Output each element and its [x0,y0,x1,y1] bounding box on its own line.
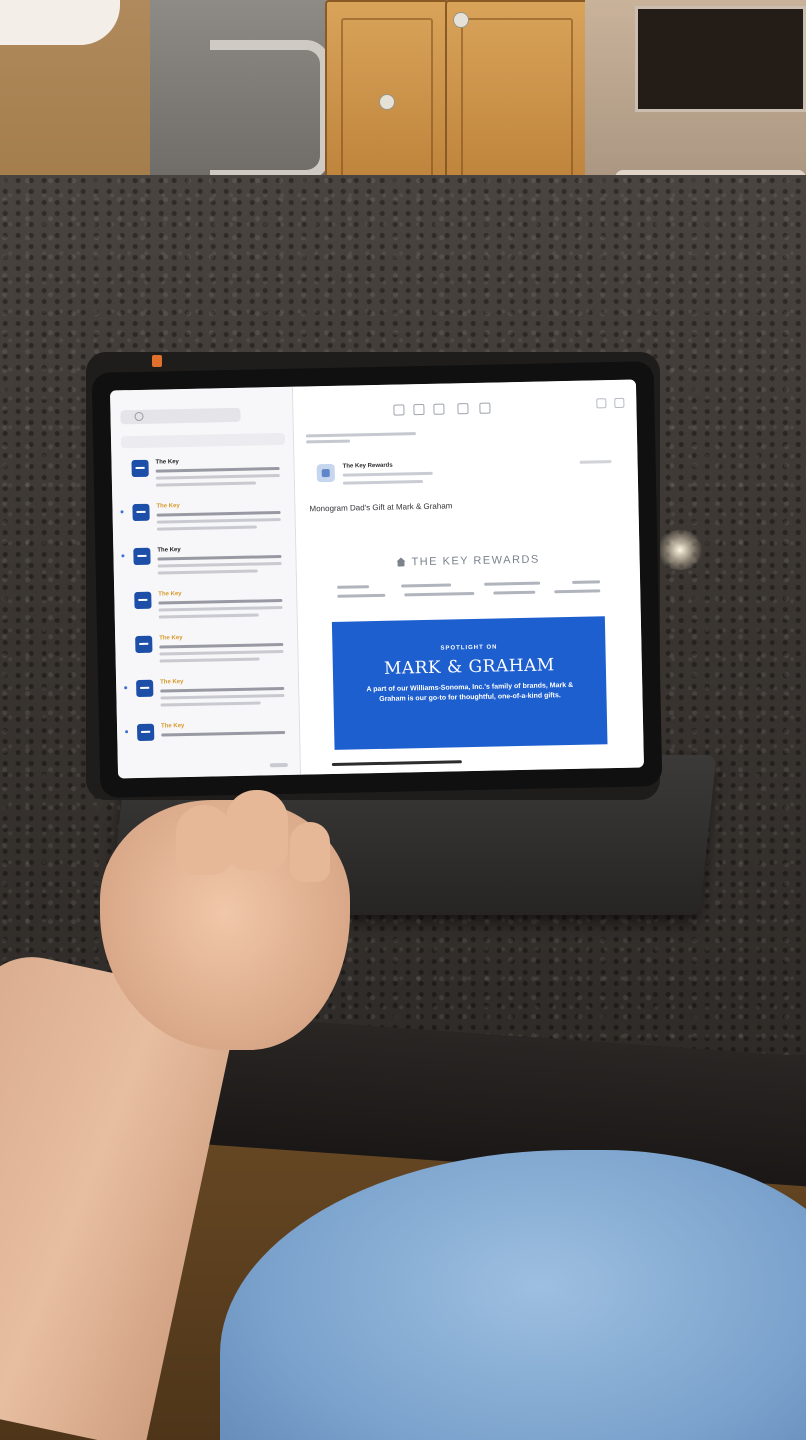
message-sender: The Key [158,591,182,598]
message-subject: Monogram Dad's Gift at Mark & Graham [309,501,453,514]
message-sender: The Key [160,723,185,730]
nav-link[interactable] [572,580,601,584]
list-item[interactable]: The Key [119,457,286,502]
filter-tab[interactable] [229,446,283,447]
unread-dot [121,554,125,558]
mail-list-pane: The Key The Key The Key The Key The Key … [109,386,302,779]
kitchen-photo: The Key The Key The Key The Key The Key … [0,0,806,1440]
unread-dot [124,686,128,690]
message-header: The Key Rewards [316,458,627,500]
message-date [579,460,612,464]
forward-icon[interactable] [433,403,445,415]
finger [226,790,288,870]
email-nav-links [337,580,601,610]
filter-tab[interactable] [121,448,175,449]
list-footer-status [269,762,288,768]
sender-logo-icon [136,679,154,698]
filter-tab[interactable] [175,447,229,448]
unread-dot [120,510,124,514]
message-sender: The Key [155,459,179,466]
banner-eyebrow: SPOTLIGHT ON [440,644,498,652]
reply-icon[interactable] [393,404,405,416]
message-sender: The Key [157,547,181,554]
more-icon[interactable] [614,397,625,408]
banner-tagline: A part of our Williams-Sonoma, Inc.'s fa… [366,681,574,703]
folder-icon[interactable] [479,402,491,414]
reply-all-icon[interactable] [413,403,425,416]
list-item[interactable]: The Key [121,545,288,590]
key-rewards-logo: THE KEY REWARDS [297,551,640,570]
light-glare [655,530,705,570]
list-item[interactable]: The Key [120,501,287,546]
nav-link[interactable] [483,581,540,586]
message-sender: The Key [160,679,184,686]
list-item[interactable]: The Key [123,633,290,678]
towel [0,0,120,45]
archive-icon[interactable] [457,403,469,415]
sender-logo-icon [132,503,150,522]
list-item[interactable]: The Key [122,589,289,634]
nav-link[interactable] [401,583,452,588]
tablet: The Key The Key The Key The Key The Key … [91,361,663,798]
key-rewards-wordmark: THE KEY REWARDS [411,553,540,569]
sender-logo-icon [136,723,155,742]
message-sender: The Key [159,635,183,642]
unread-dot [125,730,129,734]
sender-address [342,471,433,477]
list-item[interactable]: The Key [124,677,291,722]
stylus-tip [152,355,162,367]
sender-logo-icon [135,635,153,654]
dishwasher [150,0,340,195]
load-remote-content-notice[interactable] [305,432,416,446]
nav-link[interactable] [337,593,386,598]
reply-to-line [342,480,423,485]
tablet-screen: The Key The Key The Key The Key The Key … [109,379,644,779]
sender-name: The Key Rewards [342,462,393,470]
home-icon [396,557,405,566]
sender-logo-icon [131,459,149,478]
compose-icon[interactable] [596,398,607,409]
search-row [120,405,284,426]
banner-brand: MARK & GRAHAM [383,655,555,679]
spotlight-banner[interactable]: SPOTLIGHT ON MARK & GRAHAM A part of our… [331,616,608,750]
mailbox-filter-tabs[interactable] [120,432,286,449]
nav-link[interactable] [554,589,601,594]
message-reading-pane: The Key Rewards Monogram Dad's Gift at M… [292,379,644,775]
sender-avatar [316,463,335,483]
list-item[interactable]: The Key [125,721,292,766]
sender-logo-icon [134,591,152,610]
sender-logo-icon [133,547,151,566]
nav-link[interactable] [337,585,370,589]
nav-link[interactable] [493,590,536,595]
message-sender: The Key [156,503,180,510]
nav-link[interactable] [404,591,475,597]
finger [176,805,232,875]
finger [290,822,330,882]
